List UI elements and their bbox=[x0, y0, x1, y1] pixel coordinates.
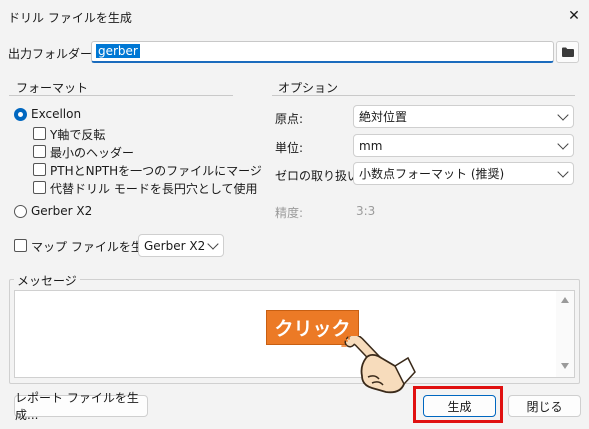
minimal-header-checkbox[interactable] bbox=[33, 145, 46, 158]
output-folder-label: 出力フォルダー: bbox=[8, 47, 97, 61]
map-file-format-value: Gerber X2 bbox=[144, 238, 206, 253]
origin-label: 原点: bbox=[275, 112, 304, 126]
merge-pth-npth-label: PTHとNPTHを一つのファイルにマージ bbox=[50, 164, 262, 178]
close-button[interactable]: 閉じる bbox=[508, 395, 581, 417]
folder-icon bbox=[561, 47, 574, 57]
map-file-checkbox[interactable] bbox=[14, 239, 27, 252]
chevron-down-icon bbox=[557, 165, 569, 178]
origin-dropdown[interactable]: 絶対位置 bbox=[353, 105, 574, 128]
excellon-label: Excellon bbox=[31, 107, 82, 121]
gerber-x2-label: Gerber X2 bbox=[31, 204, 93, 218]
pointing-hand-icon bbox=[341, 336, 416, 394]
generate-report-button[interactable]: レポート ファイルを生成... bbox=[14, 391, 148, 422]
close-icon: ✕ bbox=[568, 8, 580, 24]
generate-button[interactable]: 生成 bbox=[423, 395, 496, 417]
scroll-down-icon[interactable] bbox=[561, 363, 569, 369]
output-folder-input[interactable]: gerber bbox=[91, 41, 554, 63]
close-window-button[interactable]: ✕ bbox=[562, 4, 586, 28]
mirror-y-checkbox[interactable] bbox=[33, 127, 46, 140]
precision-value: 3:3 bbox=[356, 204, 376, 218]
mirror-y-label: Y軸で反転 bbox=[50, 128, 106, 142]
zeros-format-value: 小数点フォーマット (推奨) bbox=[359, 167, 505, 181]
scroll-up-icon[interactable] bbox=[561, 297, 569, 303]
alt-drill-mode-label: 代替ドリル モードを長円穴として使用 bbox=[50, 182, 258, 196]
gerber-x2-radio[interactable] bbox=[14, 205, 27, 218]
minimal-header-label: 最小のヘッダー bbox=[50, 146, 135, 160]
format-divider bbox=[9, 95, 233, 96]
unit-dropdown[interactable]: mm bbox=[353, 134, 574, 157]
messages-title: メッセージ bbox=[14, 272, 80, 289]
merge-pth-npth-checkbox[interactable] bbox=[33, 163, 46, 176]
browse-folder-button[interactable] bbox=[556, 41, 579, 63]
window-title: ドリル ファイルを生成 bbox=[8, 11, 132, 25]
precision-label: 精度: bbox=[275, 206, 304, 220]
zeros-format-dropdown[interactable]: 小数点フォーマット (推奨) bbox=[353, 162, 574, 185]
unit-value: mm bbox=[359, 138, 383, 153]
output-folder-value: gerber bbox=[96, 44, 140, 58]
unit-label: 単位: bbox=[275, 141, 304, 155]
options-divider bbox=[272, 95, 575, 96]
zeros-format-label: ゼロの取り扱い: bbox=[275, 169, 364, 183]
chevron-down-icon bbox=[557, 108, 569, 121]
origin-value: 絶対位置 bbox=[359, 110, 408, 124]
format-section-title: フォーマット bbox=[16, 81, 89, 95]
excellon-radio[interactable] bbox=[14, 108, 27, 121]
chevron-down-icon bbox=[557, 137, 569, 150]
messages-scrollbar[interactable] bbox=[556, 291, 574, 377]
chevron-down-icon bbox=[207, 237, 219, 250]
alt-drill-mode-checkbox[interactable] bbox=[33, 181, 46, 194]
map-file-format-dropdown[interactable]: Gerber X2 bbox=[138, 234, 224, 257]
options-section-title: オプション bbox=[278, 81, 339, 95]
